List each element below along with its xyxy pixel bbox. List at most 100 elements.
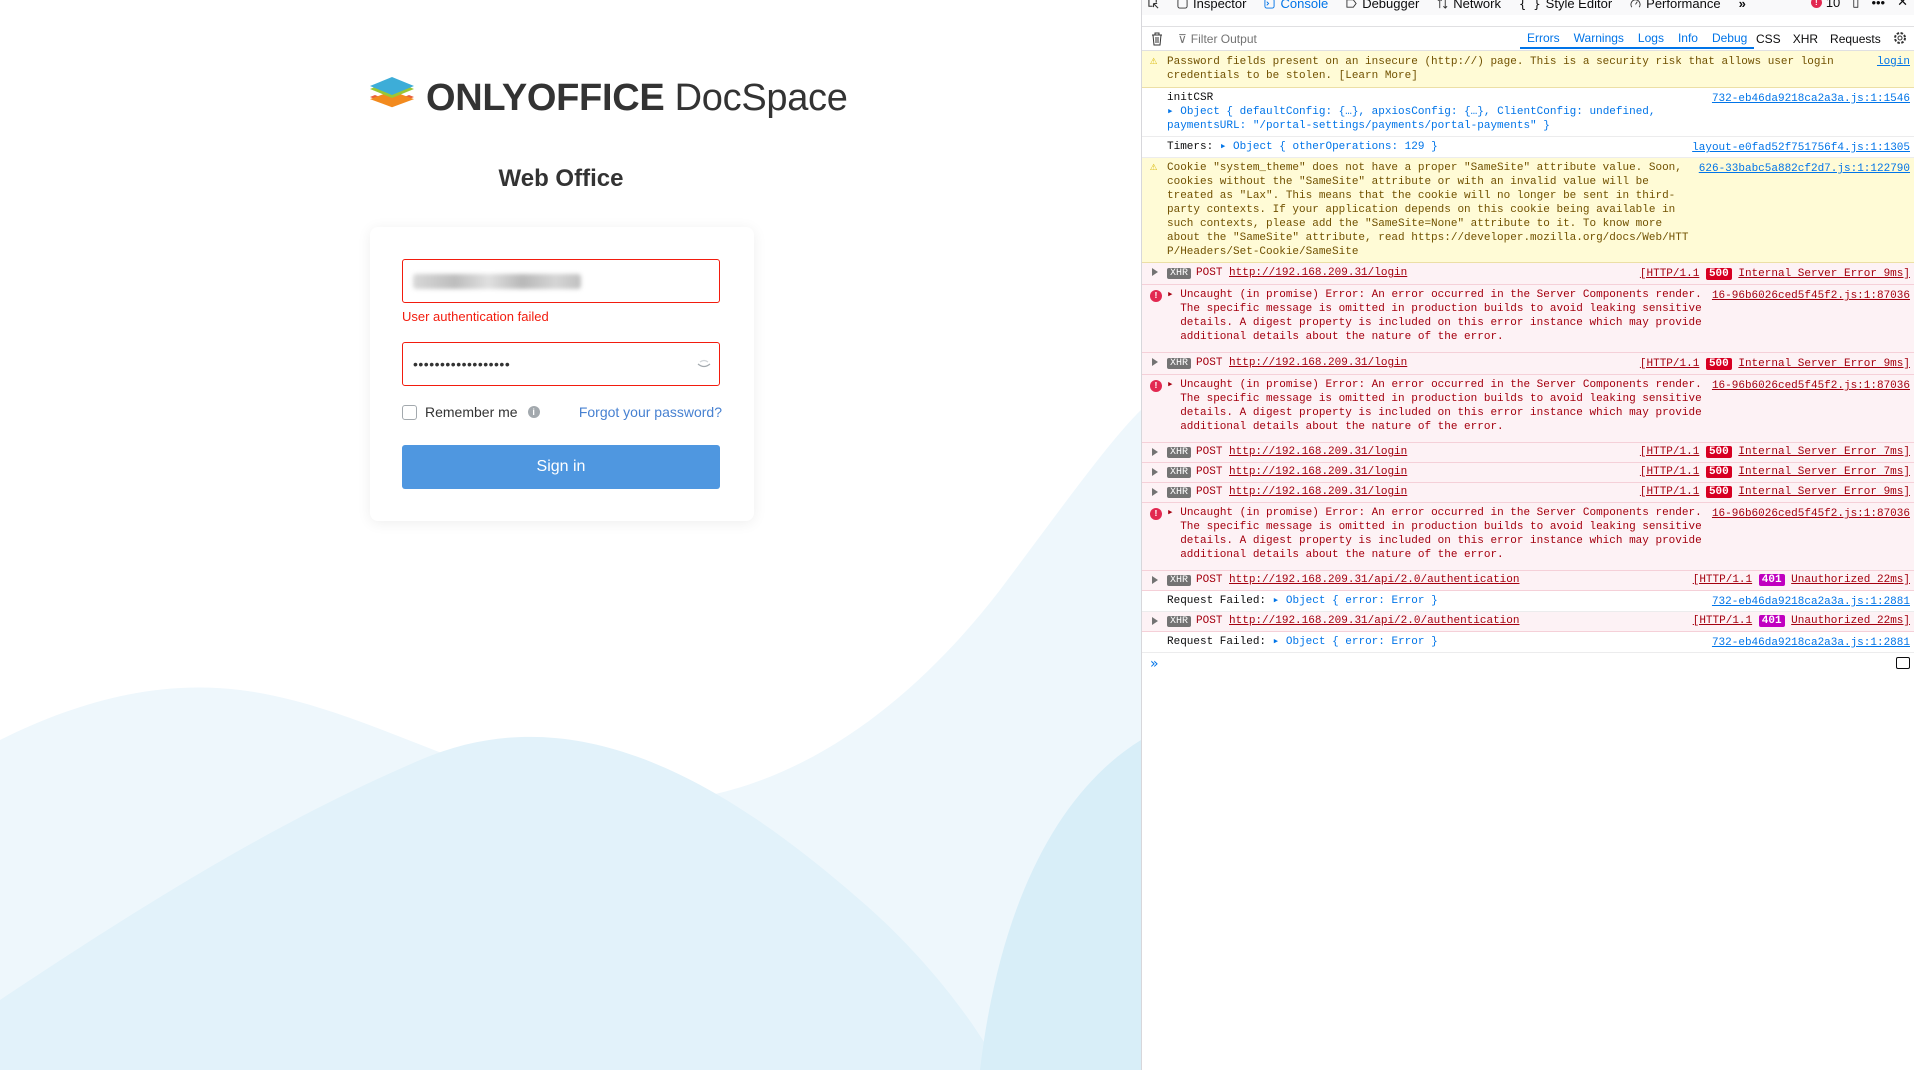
expand-arrow-icon[interactable] bbox=[1152, 268, 1158, 276]
source-link[interactable]: 626-33babc5a882cf2d7.js:1:122790 bbox=[1699, 162, 1910, 176]
filter-debug[interactable]: Debug bbox=[1704, 29, 1755, 49]
devtools-toolbar: Inspector Console Debugger Network { } S… bbox=[1142, 0, 1914, 15]
source-link[interactable]: layout-e0fad52f751756f4.js:1:1305 bbox=[1692, 141, 1910, 155]
debugger-icon bbox=[1346, 0, 1357, 8]
object-preview[interactable]: ▸ Object { defaultConfig: {…}, apxiosCon… bbox=[1167, 105, 1908, 119]
console-error: ! ▸ Uncaught (in promise) Error: An erro… bbox=[1142, 375, 1914, 443]
background-waves bbox=[0, 410, 1141, 1070]
toolbar-right: ! 10 ▯ ••• ✕ bbox=[1810, 0, 1908, 10]
gear-icon[interactable] bbox=[1892, 30, 1908, 46]
log-level-filters: Errors Warnings Logs Info Debug bbox=[1520, 29, 1755, 49]
error-icon: ! bbox=[1150, 379, 1162, 392]
xhr-request[interactable]: XHR POST http://192.168.209.31/login [HTT… bbox=[1142, 463, 1914, 483]
console-icon bbox=[1264, 0, 1276, 9]
object-preview[interactable]: ▸ Object { otherOperations: 129 } bbox=[1220, 141, 1438, 153]
console-log: Request Failed: ▸ Object { error: Error … bbox=[1142, 591, 1914, 612]
filter-logs[interactable]: Logs bbox=[1630, 29, 1671, 49]
filter-xhr[interactable]: XHR bbox=[1793, 32, 1818, 46]
request-filters: CSS XHR Requests bbox=[1756, 32, 1881, 46]
login-page: ONLYOFFICE DocSpace Web Office User auth… bbox=[0, 0, 1141, 1070]
error-icon: ! bbox=[1150, 289, 1162, 302]
filter-warnings[interactable]: Warnings bbox=[1566, 29, 1631, 49]
network-icon bbox=[1437, 0, 1448, 9]
onlyoffice-logo: ONLYOFFICE DocSpace bbox=[368, 76, 848, 120]
email-error-message: User authentication failed bbox=[402, 309, 549, 324]
xhr-request[interactable]: XHR POST http://192.168.209.31/login [HTT… bbox=[1142, 263, 1914, 285]
dock-icon[interactable]: ▯ bbox=[1852, 0, 1859, 10]
password-input[interactable]: •••••••••••••••••• bbox=[402, 342, 720, 386]
source-link[interactable]: 16-96b6026ced5f45f2.js:1:87036 bbox=[1712, 507, 1910, 521]
prompt-chevron-icon: » bbox=[1150, 656, 1159, 672]
element-picker-icon[interactable] bbox=[1142, 0, 1168, 11]
remember-me[interactable]: Remember me i bbox=[402, 404, 540, 420]
split-console-icon[interactable] bbox=[1896, 657, 1910, 669]
expand-arrow-icon[interactable] bbox=[1152, 617, 1158, 625]
source-link[interactable]: 16-96b6026ced5f45f2.js:1:87036 bbox=[1712, 379, 1910, 393]
tab-performance[interactable]: Performance bbox=[1621, 0, 1729, 11]
sign-in-button[interactable]: Sign in bbox=[402, 445, 720, 489]
tab-style-editor[interactable]: { } Style Editor bbox=[1510, 0, 1621, 11]
console-log: Request Failed: ▸ Object { error: Error … bbox=[1142, 632, 1914, 653]
xhr-request[interactable]: XHR POST http://192.168.209.31/api/2.0/au… bbox=[1142, 571, 1914, 591]
source-link[interactable]: 732-eb46da9218ca2a3a.js:1:2881 bbox=[1712, 636, 1910, 650]
onlyoffice-layers-icon bbox=[370, 77, 414, 108]
close-icon[interactable]: ✕ bbox=[1897, 0, 1908, 10]
filter-info[interactable]: Info bbox=[1670, 29, 1705, 49]
funnel-icon: ⊽ bbox=[1178, 31, 1187, 46]
source-link[interactable]: 732-eb46da9218ca2a3a.js:1:1546 bbox=[1712, 92, 1910, 106]
blurred-email-value bbox=[413, 274, 581, 289]
forgot-password-link[interactable]: Forgot your password? bbox=[579, 404, 722, 420]
password-mask: •••••••••••••••••• bbox=[413, 356, 511, 372]
login-card: User authentication failed •••••••••••••… bbox=[370, 227, 754, 521]
info-icon[interactable]: i bbox=[527, 406, 540, 418]
filter-requests[interactable]: Requests bbox=[1830, 32, 1881, 46]
warning-icon: ⚠ bbox=[1150, 54, 1158, 68]
eye-closed-icon[interactable] bbox=[696, 356, 712, 372]
console-error: ! ▸ Uncaught (in promise) Error: An erro… bbox=[1142, 285, 1914, 353]
object-preview[interactable]: ▸ Object { error: Error } bbox=[1273, 595, 1438, 607]
error-icon: ! bbox=[1810, 0, 1822, 8]
error-count[interactable]: ! 10 bbox=[1810, 0, 1840, 10]
console-warning: ⚠ Password fields present on an insecure… bbox=[1142, 51, 1914, 88]
expand-arrow-icon[interactable] bbox=[1152, 358, 1158, 366]
console-log: initCSR ▸ Object { defaultConfig: {…}, a… bbox=[1142, 88, 1914, 137]
console-error: ! ▸ Uncaught (in promise) Error: An erro… bbox=[1142, 503, 1914, 571]
remember-checkbox[interactable] bbox=[402, 404, 417, 420]
tab-inspector[interactable]: Inspector bbox=[1168, 0, 1255, 11]
console-log: Timers: ▸ Object { otherOperations: 129 … bbox=[1142, 137, 1914, 158]
remember-label: Remember me bbox=[425, 404, 518, 420]
source-link[interactable]: 732-eb46da9218ca2a3a.js:1:2881 bbox=[1712, 595, 1910, 609]
braces-icon: { } bbox=[1518, 0, 1541, 11]
source-link[interactable]: login bbox=[1877, 55, 1910, 69]
page-heading: Web Office bbox=[498, 165, 624, 192]
filter-errors[interactable]: Errors bbox=[1520, 29, 1567, 49]
more-tabs-icon[interactable]: » bbox=[1730, 0, 1755, 11]
inspector-icon bbox=[1177, 0, 1188, 9]
expand-arrow-icon[interactable] bbox=[1152, 468, 1158, 476]
console-filter-bar: ⊽ Filter Output Errors Warnings Logs Inf… bbox=[1142, 26, 1914, 51]
xhr-request[interactable]: XHR POST http://192.168.209.31/login [HTT… bbox=[1142, 443, 1914, 463]
tab-network[interactable]: Network bbox=[1428, 0, 1510, 11]
object-preview[interactable]: ▸ Object { error: Error } bbox=[1273, 636, 1438, 648]
expand-arrow-icon[interactable] bbox=[1152, 488, 1158, 496]
xhr-request[interactable]: XHR POST http://192.168.209.31/api/2.0/au… bbox=[1142, 612, 1914, 632]
expand-arrow-icon[interactable] bbox=[1152, 576, 1158, 584]
filter-output-input[interactable]: ⊽ Filter Output bbox=[1178, 30, 1508, 48]
tab-console[interactable]: Console bbox=[1255, 0, 1337, 11]
filter-css[interactable]: CSS bbox=[1756, 32, 1781, 46]
devtools-panel: Inspector Console Debugger Network { } S… bbox=[1141, 0, 1914, 1070]
tab-debugger[interactable]: Debugger bbox=[1337, 0, 1428, 11]
console-warning: ⚠ Cookie "system_theme" does not have a … bbox=[1142, 158, 1914, 263]
console-input[interactable]: » bbox=[1142, 653, 1914, 675]
xhr-request[interactable]: XHR POST http://192.168.209.31/login [HTT… bbox=[1142, 353, 1914, 375]
expand-arrow-icon[interactable] bbox=[1152, 448, 1158, 456]
performance-icon bbox=[1630, 0, 1641, 8]
xhr-request[interactable]: XHR POST http://192.168.209.31/login [HTT… bbox=[1142, 483, 1914, 503]
more-options-icon[interactable]: ••• bbox=[1871, 0, 1885, 10]
warning-icon: ⚠ bbox=[1150, 160, 1158, 174]
console-output: ⚠ Password fields present on an insecure… bbox=[1142, 51, 1914, 675]
source-link[interactable]: 16-96b6026ced5f45f2.js:1:87036 bbox=[1712, 289, 1910, 303]
brand-name: ONLYOFFICE DocSpace bbox=[426, 76, 848, 119]
trash-icon[interactable] bbox=[1150, 32, 1164, 46]
email-input[interactable] bbox=[402, 259, 720, 303]
